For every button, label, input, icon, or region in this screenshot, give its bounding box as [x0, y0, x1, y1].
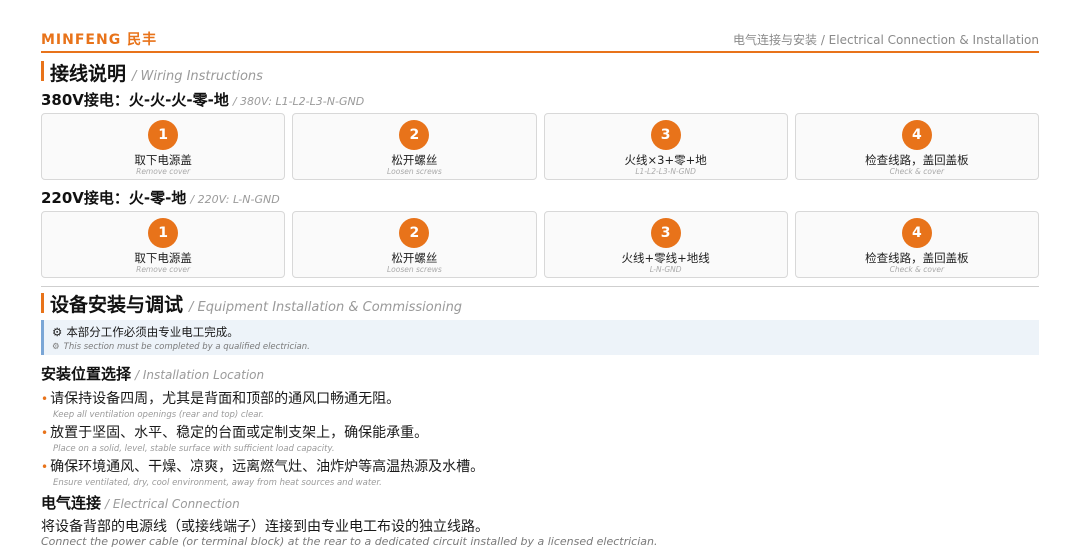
- location-subtitle: / Installation Location: [135, 368, 265, 382]
- brand-logo: MINFENG 民丰: [41, 32, 158, 48]
- bullet-dot-icon: •: [41, 392, 49, 406]
- step-label: 检查线路，盖回盖板: [865, 153, 969, 167]
- wiring-220v-heading: 220V接电：火-零-地/ 220V: L-N-GND: [41, 187, 280, 208]
- list-item-en: Keep all ventilation openings (rear and …: [53, 410, 264, 420]
- step-number-badge: 4: [901, 120, 932, 150]
- section-title-wiring-cn: 接线说明: [50, 63, 127, 85]
- step-label-en: L-N-GND: [649, 265, 682, 274]
- step-label: 取下电源盖: [134, 153, 192, 167]
- step-label-en: Check & cover: [889, 265, 945, 274]
- wiring-220v-subtitle: / 220V: L-N-GND: [190, 193, 280, 206]
- step-number-badge: 2: [399, 218, 430, 248]
- section-title-install: 设备安装与调试 / Equipment Installation & Commis…: [50, 290, 462, 317]
- manual-page: MINFENG 民丰 电气连接与安装 / Electrical Connecti…: [0, 0, 1080, 552]
- list-item-cn: 确保环境通风、干燥、凉爽，远离燃气灶、油炸炉等高温热源及水槽。: [50, 459, 485, 475]
- step-label: 检查线路，盖回盖板: [865, 251, 969, 265]
- step-label-en: Loosen screws: [386, 167, 442, 176]
- wiring-380v-subtitle: / 380V: L1-L2-L3-N-GND: [232, 95, 365, 108]
- step-label: 取下电源盖: [134, 251, 192, 265]
- step-number-badge: 1: [148, 120, 179, 150]
- step-card: 2 松开螺丝 Loosen screws: [292, 113, 537, 180]
- notice-en: This section must be completed by a qual…: [63, 342, 310, 352]
- electrician-notice: ⚙ 本部分工作必须由专业电工完成。 ⚙ This section must be c…: [41, 320, 1039, 355]
- gear-icon: ⚙: [52, 342, 60, 352]
- notice-text-cn: ⚙ 本部分工作必须由专业电工完成。: [52, 324, 1039, 340]
- section-title-install-en: / Equipment Installation & Commissioning: [189, 300, 463, 315]
- wiring-380v-title: 380V接电：火-火-火-零-地: [41, 91, 229, 109]
- list-item-en: Place on a solid, level, stable surface …: [53, 444, 335, 454]
- electrical-text-cn: 将设备背部的电源线（或接线端子）连接到由专业电工布设的独立线路。: [41, 519, 489, 535]
- step-number-badge: 2: [399, 120, 430, 150]
- section-title-wiring: 接线说明 / Wiring Instructions: [50, 59, 263, 86]
- step-card: 4 检查线路，盖回盖板 Check & cover: [794, 211, 1039, 278]
- step-card: 1 取下电源盖 Remove cover: [41, 211, 286, 278]
- step-card: 1 取下电源盖 Remove cover: [41, 113, 286, 180]
- notice-cn: 本部分工作必须由专业电工完成。: [66, 325, 239, 339]
- notice-text-en: ⚙ This section must be completed by a qua…: [52, 342, 1039, 352]
- bullet-dot-icon: •: [41, 460, 49, 474]
- section-divider: [41, 286, 1039, 287]
- step-number-badge: 3: [650, 218, 681, 248]
- step-number-badge: 3: [650, 120, 681, 150]
- step-label: 松开螺丝: [391, 153, 438, 167]
- step-card: 2 松开螺丝 Loosen screws: [292, 211, 537, 278]
- electrical-subtitle: / Electrical Connection: [105, 497, 240, 511]
- electrical-text-en: Connect the power cable (or terminal blo…: [41, 535, 658, 548]
- wiring-220v-steps: 1 取下电源盖 Remove cover 2 松开螺丝 Loosen screw…: [41, 211, 1039, 278]
- header-divider: [41, 51, 1039, 53]
- electrical-heading: 电气连接 / Electrical Connection: [41, 492, 240, 513]
- wiring-380v-heading: 380V接电：火-火-火-零-地/ 380V: L1-L2-L3-N-GND: [41, 89, 364, 110]
- step-number-badge: 1: [148, 218, 179, 248]
- step-card: 3 火线×3+零+地 L1-L2-L3-N-GND: [543, 113, 788, 180]
- step-number-badge: 4: [901, 218, 932, 248]
- list-item: • 放置于坚固、水平、稳定的台面或定制支架上，确保能承重。 Place on a …: [41, 422, 428, 454]
- location-heading: 安装位置选择 / Installation Location: [41, 363, 264, 384]
- wiring-380v-steps: 1 取下电源盖 Remove cover 2 松开螺丝 Loosen screw…: [41, 113, 1039, 180]
- step-card: 3 火线+零线+地线 L-N-GND: [543, 211, 788, 278]
- section-accent-bar: [41, 293, 44, 313]
- page-header-title: 电气连接与安装 / Electrical Connection & Instal…: [733, 33, 1039, 47]
- step-label-en: Check & cover: [889, 167, 945, 176]
- step-label-en: L1-L2-L3-N-GND: [635, 167, 696, 176]
- location-title: 安装位置选择: [41, 365, 132, 383]
- list-item: • 请保持设备四周，尤其是背面和顶部的通风口畅通无阻。 Keep all vent…: [41, 388, 400, 420]
- section-accent-bar: [41, 61, 44, 81]
- gear-icon: ⚙: [52, 325, 63, 339]
- step-label: 火线×3+零+地: [624, 153, 707, 167]
- list-item-cn: 请保持设备四周，尤其是背面和顶部的通风口畅通无阻。: [50, 391, 401, 407]
- list-item-en: Ensure ventilated, dry, cool environment…: [53, 478, 382, 488]
- step-label-en: Remove cover: [136, 167, 191, 176]
- step-label: 火线+零线+地线: [621, 251, 710, 265]
- list-item-cn: 放置于坚固、水平、稳定的台面或定制支架上，确保能承重。: [50, 425, 429, 441]
- bullet-dot-icon: •: [41, 426, 49, 440]
- step-label-en: Remove cover: [136, 265, 191, 274]
- step-label: 松开螺丝: [391, 251, 438, 265]
- section-title-install-cn: 设备安装与调试: [50, 294, 184, 316]
- step-label-en: Loosen screws: [386, 265, 442, 274]
- list-item: • 确保环境通风、干燥、凉爽，远离燃气灶、油炸炉等高温热源及水槽。 Ensure …: [41, 456, 484, 488]
- section-title-wiring-en: / Wiring Instructions: [132, 69, 263, 84]
- wiring-220v-title: 220V接电：火-零-地: [41, 189, 187, 207]
- electrical-title: 电气连接: [41, 494, 102, 512]
- step-card: 4 检查线路，盖回盖板 Check & cover: [794, 113, 1039, 180]
